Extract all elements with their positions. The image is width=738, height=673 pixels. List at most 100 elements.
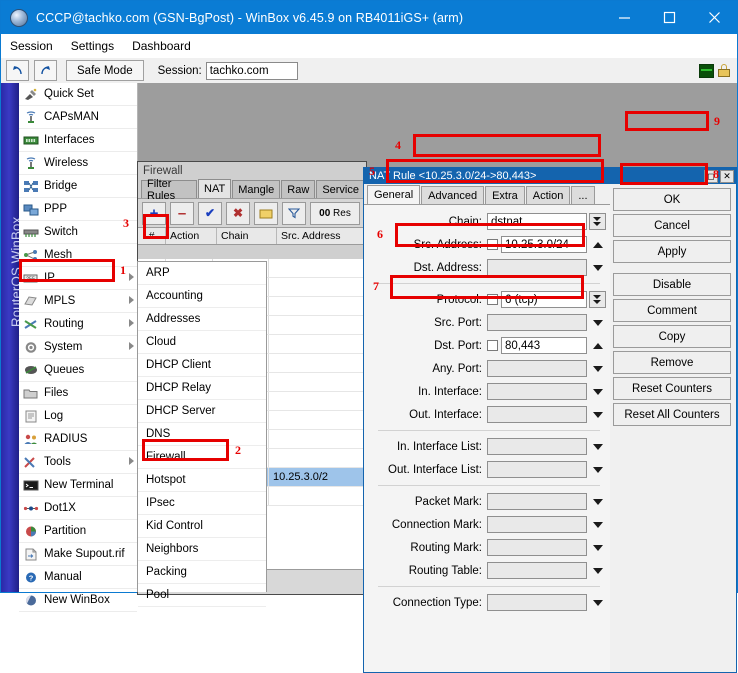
in-interface-field[interactable] xyxy=(487,383,587,400)
sidebar-item-routing[interactable]: Routing xyxy=(19,313,137,336)
safe-mode-button[interactable]: Safe Mode xyxy=(66,60,144,81)
tab-filter-rules[interactable]: Filter Rules xyxy=(141,178,198,202)
dst-address-field[interactable] xyxy=(487,259,587,276)
sidebar-item-switch[interactable]: Switch xyxy=(19,221,137,244)
out-interface-expand-button[interactable] xyxy=(589,406,606,423)
column-header-chain[interactable]: Chain xyxy=(217,228,277,244)
reset-counters-button[interactable]: 00 Res xyxy=(310,201,360,225)
sidebar-item-firewall[interactable]: Firewall xyxy=(138,446,266,469)
routing-mark-expand-button[interactable] xyxy=(589,539,606,556)
undo-arrow-icon[interactable] xyxy=(6,60,29,81)
protocol-checkbox[interactable] xyxy=(487,294,498,305)
in-interface-expand-button[interactable] xyxy=(589,383,606,400)
sidebar-item-dns[interactable]: DNS xyxy=(138,423,266,446)
any-port-expand-button[interactable] xyxy=(589,360,606,377)
sidebar-item-dhcp-server[interactable]: DHCP Server xyxy=(138,400,266,423)
tab-service[interactable]: Service xyxy=(316,180,365,198)
sidebar-item-manual[interactable]: ? Manual xyxy=(19,566,137,589)
sidebar-item-pool[interactable]: Pool xyxy=(138,584,266,607)
routing-table-expand-button[interactable] xyxy=(589,562,606,579)
tab-more[interactable]: ... xyxy=(571,186,595,204)
tab-raw[interactable]: Raw xyxy=(281,180,316,198)
sidebar-item-make-supout[interactable]: Make Supout.rif xyxy=(19,543,137,566)
sidebar-item-accounting[interactable]: Accounting xyxy=(138,285,266,308)
sidebar-item-ppp[interactable]: PPP xyxy=(19,198,137,221)
sidebar-item-packing[interactable]: Packing xyxy=(138,561,266,584)
src-address-expand-button[interactable] xyxy=(589,236,606,253)
in-interface-list-expand-button[interactable] xyxy=(589,438,606,455)
ok-button[interactable]: OK xyxy=(613,188,731,211)
maximize-button[interactable] xyxy=(647,1,692,34)
chain-dropdown-button[interactable] xyxy=(589,213,606,230)
reset-counters-button[interactable]: Reset Counters xyxy=(613,377,731,400)
tab-general[interactable]: General xyxy=(367,185,421,204)
sidebar-item-hotspot[interactable]: Hotspot xyxy=(138,469,266,492)
sidebar-item-ipsec[interactable]: IPsec xyxy=(138,492,266,515)
enable-rule-button[interactable]: ✔ xyxy=(198,201,222,225)
sidebar-item-partition[interactable]: Partition xyxy=(19,520,137,543)
minimize-button[interactable] xyxy=(602,1,647,34)
sidebar-item-neighbors[interactable]: Neighbors xyxy=(138,538,266,561)
any-port-field[interactable] xyxy=(487,360,587,377)
dst-port-field[interactable]: 80,443 xyxy=(501,337,587,354)
menu-session[interactable]: Session xyxy=(1,37,62,55)
src-port-expand-button[interactable] xyxy=(589,314,606,331)
sidebar-item-quick-set[interactable]: Quick Set xyxy=(19,83,137,106)
redo-arrow-icon[interactable] xyxy=(34,60,57,81)
cancel-button[interactable]: Cancel xyxy=(613,214,731,237)
close-button[interactable] xyxy=(692,1,737,34)
out-interface-field[interactable] xyxy=(487,406,587,423)
out-interface-list-expand-button[interactable] xyxy=(589,461,606,478)
reset-all-counters-button[interactable]: Reset All Counters xyxy=(613,403,731,426)
apply-button[interactable]: Apply xyxy=(613,240,731,263)
protocol-field[interactable]: 6 (tcp) xyxy=(501,291,587,308)
dst-port-checkbox[interactable] xyxy=(487,340,498,351)
disable-rule-button[interactable]: ✖ xyxy=(226,201,250,225)
sidebar-item-mpls[interactable]: MPLS xyxy=(19,290,137,313)
protocol-dropdown-button[interactable] xyxy=(589,291,606,308)
connection-mark-field[interactable] xyxy=(487,516,587,533)
routing-table-field[interactable] xyxy=(487,562,587,579)
tab-advanced[interactable]: Advanced xyxy=(421,186,485,204)
dst-port-expand-button[interactable] xyxy=(589,337,606,354)
connection-type-field[interactable] xyxy=(487,594,587,611)
routing-mark-field[interactable] xyxy=(487,539,587,556)
sidebar-item-log[interactable]: Log xyxy=(19,405,137,428)
session-input[interactable]: tachko.com xyxy=(205,61,298,80)
nat-close-button[interactable]: ✕ xyxy=(720,169,734,183)
column-header-num[interactable]: # xyxy=(138,228,166,244)
sidebar-item-system[interactable]: System xyxy=(19,336,137,359)
sidebar-item-arp[interactable]: ARP xyxy=(138,262,266,285)
tab-mangle[interactable]: Mangle xyxy=(232,180,281,198)
sidebar-item-kid-control[interactable]: Kid Control xyxy=(138,515,266,538)
sidebar-item-dot1x[interactable]: Dot1X xyxy=(19,497,137,520)
column-header-src[interactable]: Src. Address xyxy=(277,228,366,244)
menu-settings[interactable]: Settings xyxy=(62,37,123,55)
disable-button[interactable]: Disable xyxy=(613,273,731,296)
sidebar-item-new-terminal[interactable]: New Terminal xyxy=(19,474,137,497)
sidebar-item-dhcp-relay[interactable]: DHCP Relay xyxy=(138,377,266,400)
sidebar-item-interfaces[interactable]: Interfaces xyxy=(19,129,137,152)
sidebar-item-bridge[interactable]: Bridge xyxy=(19,175,137,198)
sidebar-item-tools[interactable]: Tools xyxy=(19,451,137,474)
comment-button[interactable]: Comment xyxy=(613,299,731,322)
menu-dashboard[interactable]: Dashboard xyxy=(123,37,200,55)
sidebar-item-dhcp-client[interactable]: DHCP Client xyxy=(138,354,266,377)
column-header-action[interactable]: Action xyxy=(166,228,217,244)
packet-mark-expand-button[interactable] xyxy=(589,493,606,510)
sidebar-item-radius[interactable]: RADIUS xyxy=(19,428,137,451)
sidebar-item-capsman[interactable]: CAPsMAN xyxy=(19,106,137,129)
remove-button[interactable]: Remove xyxy=(613,351,731,374)
sidebar-item-queues[interactable]: Queues xyxy=(19,359,137,382)
sidebar-item-cloud[interactable]: Cloud xyxy=(138,331,266,354)
src-address-checkbox[interactable] xyxy=(487,239,498,250)
connection-type-expand-button[interactable] xyxy=(589,594,606,611)
sidebar-item-addresses[interactable]: Addresses xyxy=(138,308,266,331)
sidebar-item-new-winbox[interactable]: New WinBox xyxy=(19,589,137,612)
sidebar-item-files[interactable]: Files xyxy=(19,382,137,405)
copy-button[interactable]: Copy xyxy=(613,325,731,348)
add-rule-button[interactable]: + xyxy=(142,201,166,225)
remove-rule-button[interactable]: – xyxy=(170,201,194,225)
comment-button[interactable] xyxy=(254,201,278,225)
filter-funnel-icon[interactable] xyxy=(282,201,306,225)
